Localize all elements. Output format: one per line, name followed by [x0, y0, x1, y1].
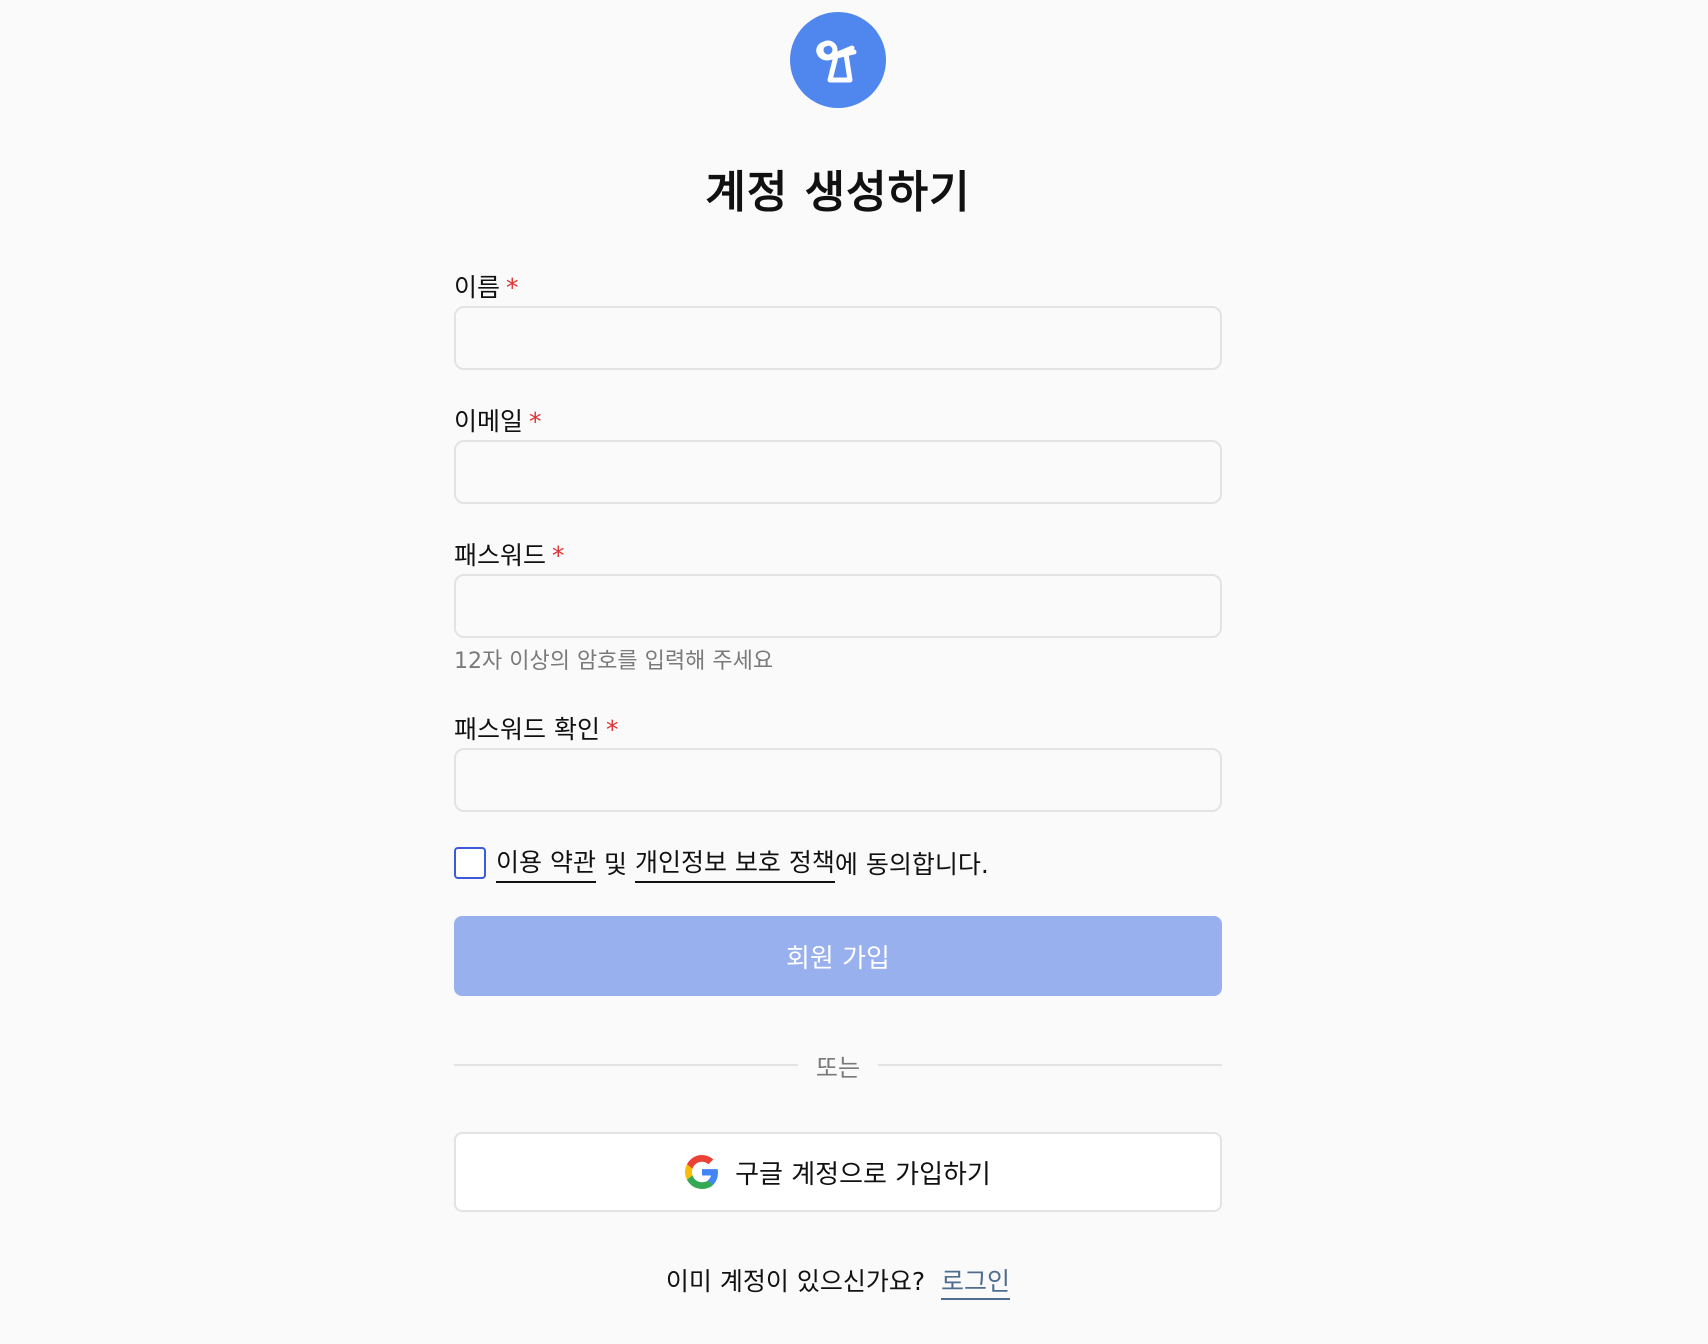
divider-text: 또는 — [815, 1053, 861, 1082]
google-signup-button[interactable]: 구글 계정으로 가입하기 — [454, 1132, 1222, 1212]
app-logo — [790, 12, 886, 108]
google-signup-label: 구글 계정으로 가입하기 — [735, 1159, 991, 1190]
terms-link[interactable]: 이용 약관 — [496, 843, 596, 883]
email-label-text: 이메일 — [454, 407, 524, 436]
terms-agreement: 이용 약관 및 개인정보 보호 정책 에 동의합니다. — [454, 843, 989, 883]
or-divider: 또는 — [454, 1050, 1223, 1082]
name-label-text: 이름 — [454, 273, 501, 302]
agree-suffix-text: 에 동의합니다. — [834, 850, 989, 879]
password-label-text: 패스워드 — [454, 541, 547, 570]
confirm-password-label-text: 패스워드 확인 — [454, 715, 600, 744]
divider-line — [878, 1064, 1223, 1066]
privacy-policy-link[interactable]: 개인정보 보호 정책 — [634, 843, 835, 883]
email-label: 이메일 * — [454, 402, 542, 438]
name-input[interactable] — [454, 306, 1222, 370]
confirm-password-label: 패스워드 확인 * — [454, 710, 618, 746]
login-prompt: 이미 계정이 있으신가요? 로그인 — [0, 1262, 1676, 1300]
signup-button[interactable]: 회원 가입 — [454, 916, 1222, 996]
password-label: 패스워드 * — [454, 536, 565, 572]
email-input[interactable] — [454, 440, 1222, 504]
signup-page: 계정 생성하기 이름 * 이메일 * 패스워드 * 12자 이상의 암호를 입력해 주… — [0, 0, 1708, 1344]
name-label: 이름 * — [454, 268, 519, 304]
required-mark: * — [506, 273, 519, 302]
page-title: 계정 생성하기 — [705, 167, 971, 218]
ribbon-logo-icon — [816, 40, 857, 83]
login-prompt-text: 이미 계정이 있으신가요? — [665, 1267, 926, 1296]
login-link[interactable]: 로그인 — [941, 1267, 1011, 1300]
required-mark: * — [552, 541, 565, 570]
required-mark: * — [605, 715, 619, 744]
agree-checkbox[interactable] — [454, 847, 486, 879]
required-mark: * — [529, 407, 542, 436]
agree-and-text: 및 — [603, 850, 627, 879]
password-hint: 12자 이상의 암호를 입력해 주세요 — [454, 649, 774, 674]
divider-line — [454, 1064, 798, 1066]
google-icon — [685, 1155, 719, 1189]
confirm-password-input[interactable] — [454, 748, 1222, 812]
password-input[interactable] — [454, 574, 1222, 638]
